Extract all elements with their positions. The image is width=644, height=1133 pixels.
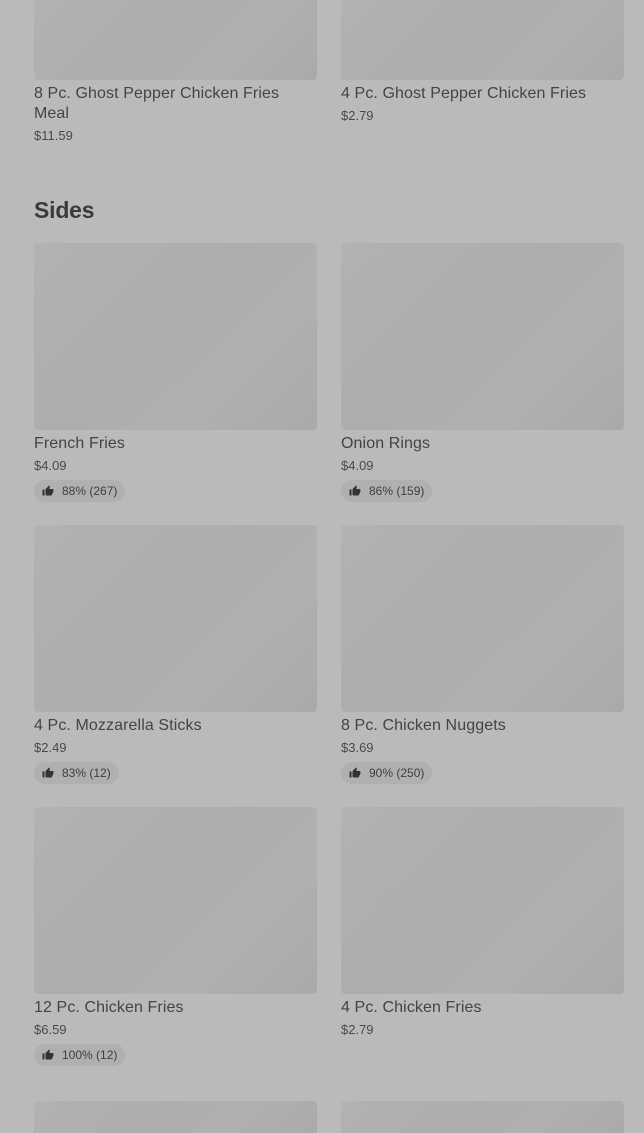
menu-item-image [341, 0, 624, 80]
next-items-grid [34, 1101, 624, 1133]
section-title-sides: Sides [34, 197, 95, 223]
menu-item-card[interactable]: 8 Pc. Chicken Nuggets $3.69 90% (250) [341, 525, 624, 784]
menu-item-name: 8 Pc. Chicken Nuggets [341, 717, 506, 734]
top-items-grid: 8 Pc. Ghost Pepper Chicken Fries Meal $1… [34, 0, 624, 144]
thumbs-up-icon [42, 485, 54, 496]
menu-item-price: $11.59 [34, 128, 73, 143]
menu-item-price: $2.79 [341, 1022, 374, 1037]
menu-item-card[interactable]: 4 Pc. Chicken Fries $2.79 [341, 807, 624, 1066]
menu-item-name: 4 Pc. Ghost Pepper Chicken Fries [341, 85, 587, 102]
rating-text: 86% (159) [369, 484, 425, 498]
rating-text: 100% (12) [62, 1048, 118, 1062]
menu-item-image [34, 1101, 317, 1133]
rating-text: 90% (250) [369, 766, 425, 780]
menu-item-name: Onion Rings [341, 435, 431, 452]
rating-badge: 86% (159) [341, 480, 433, 502]
menu-item-card[interactable] [341, 1101, 624, 1133]
menu-item-name: 8 Pc. Ghost Pepper Chicken Fries Meal [34, 85, 280, 122]
menu-item-image [34, 525, 317, 712]
rating-badge: 90% (250) [341, 762, 433, 784]
thumbs-up-icon [349, 485, 361, 496]
menu-item-image [34, 0, 317, 80]
rating-badge: 83% (12) [34, 762, 119, 784]
menu-item-price: $2.79 [341, 108, 374, 123]
rating-text: 88% (267) [62, 484, 118, 498]
menu-item-card[interactable] [34, 1101, 317, 1133]
rating-badge: 88% (267) [34, 480, 126, 502]
menu-item-card[interactable]: French Fries $4.09 88% (267) [34, 243, 317, 502]
sides-grid: French Fries $4.09 88% (267) Onion Rings… [34, 243, 624, 1066]
menu-item-image [341, 243, 624, 430]
menu-item-price: $3.69 [341, 740, 374, 755]
menu-item-price: $6.59 [34, 1022, 67, 1037]
menu-item-name: French Fries [34, 435, 125, 452]
menu-item-price: $4.09 [34, 458, 67, 473]
rating-text: 83% (12) [62, 766, 111, 780]
menu-item-name: 4 Pc. Mozzarella Sticks [34, 717, 202, 734]
rating-badge: 100% (12) [34, 1044, 126, 1066]
menu-item-image [341, 807, 624, 994]
menu-item-name: 12 Pc. Chicken Fries [34, 999, 184, 1016]
thumbs-up-icon [42, 1049, 54, 1060]
menu-item-card[interactable]: 4 Pc. Ghost Pepper Chicken Fries $2.79 [341, 0, 624, 144]
menu-item-card[interactable]: 4 Pc. Mozzarella Sticks $2.49 83% (12) [34, 525, 317, 784]
menu-item-card[interactable]: Onion Rings $4.09 86% (159) [341, 243, 624, 502]
menu-item-card[interactable]: 12 Pc. Chicken Fries $6.59 100% (12) [34, 807, 317, 1066]
menu-item-card[interactable]: 8 Pc. Ghost Pepper Chicken Fries Meal $1… [34, 0, 317, 144]
menu-item-name: 4 Pc. Chicken Fries [341, 999, 482, 1016]
menu-item-price: $2.49 [34, 740, 67, 755]
menu-item-price: $4.09 [341, 458, 374, 473]
menu-item-image [34, 807, 317, 994]
thumbs-up-icon [42, 767, 54, 778]
menu-item-image [341, 1101, 624, 1133]
thumbs-up-icon [349, 767, 361, 778]
menu-item-image [341, 525, 624, 712]
menu-item-image [34, 243, 317, 430]
